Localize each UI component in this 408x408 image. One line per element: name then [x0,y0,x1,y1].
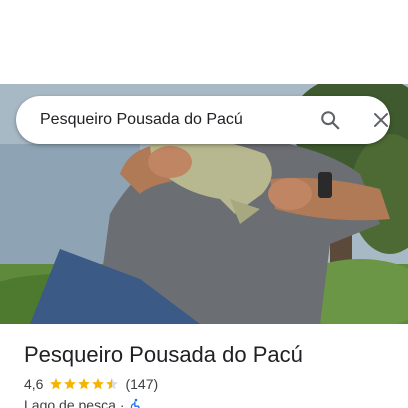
search-input[interactable]: Pesqueiro Pousada do Pacú [40,96,243,144]
place-title: Pesqueiro Pousada do Pacú [24,342,303,367]
star-icon [78,378,91,390]
star-icon [64,378,77,390]
close-icon[interactable] [369,108,393,132]
category-row: Lago de pesca · [24,396,143,408]
separator: · [119,397,125,408]
search-icon[interactable] [318,108,342,132]
place-category: Lago de pesca [24,397,116,408]
star-icon [92,378,105,390]
top-blank-area [0,0,408,84]
rating-value: 4,6 [24,376,44,392]
rating-stars [49,377,119,391]
wheelchair-accessible-icon [129,398,143,408]
star-icon [106,378,119,390]
star-icon [50,378,63,390]
rating-row[interactable]: 4,6 (147) [24,375,158,393]
search-bar[interactable]: Pesqueiro Pousada do Pacú [16,96,390,144]
review-count[interactable]: (147) [125,376,158,392]
